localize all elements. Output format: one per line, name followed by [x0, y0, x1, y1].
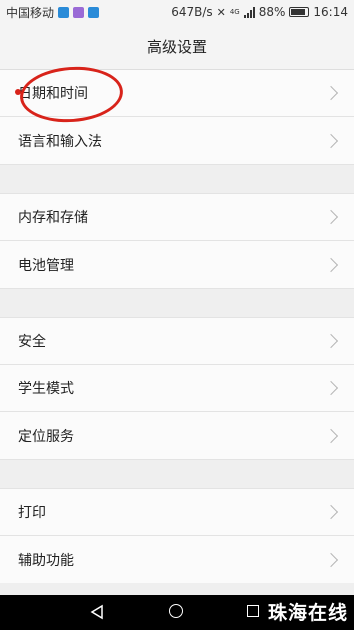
- chevron-right-icon: [323, 428, 339, 443]
- home-icon[interactable]: [169, 604, 183, 618]
- group-divider: [0, 459, 354, 489]
- settings-item-label: 辅助功能: [18, 552, 74, 569]
- clock-label: 16:14: [313, 5, 348, 19]
- chevron-right-icon: [323, 257, 339, 272]
- battery-percent-label: 88%: [258, 5, 286, 19]
- settings-item-location[interactable]: 定位服务: [0, 412, 354, 459]
- settings-item-accessibility[interactable]: 辅助功能: [0, 536, 354, 583]
- recent-apps-icon[interactable]: [247, 605, 259, 617]
- settings-item-language-input[interactable]: 语言和输入法: [0, 117, 354, 164]
- settings-item-security[interactable]: 安全: [0, 318, 354, 365]
- chevron-right-icon: [323, 85, 339, 101]
- chevron-right-icon: [323, 380, 339, 396]
- settings-group-4: 打印 辅助功能: [0, 489, 354, 583]
- settings-item-label: 语言和输入法: [18, 133, 102, 150]
- settings-item-student-mode[interactable]: 学生模式: [0, 365, 354, 412]
- settings-item-memory-storage[interactable]: 内存和存储: [0, 194, 354, 241]
- settings-item-label: 学生模式: [18, 381, 74, 397]
- message-app-icon: [58, 6, 70, 18]
- settings-group-3: 安全 学生模式 定位服务: [0, 318, 354, 459]
- back-icon[interactable]: [89, 604, 105, 620]
- chevron-right-icon: [323, 552, 339, 567]
- watermark-logo: 珠海在线: [267, 602, 348, 624]
- carrier-label: 中国移动: [6, 5, 55, 20]
- group-divider: [0, 164, 354, 194]
- video-app-icon: [88, 6, 100, 18]
- page-title: 高级设置: [146, 38, 207, 56]
- settings-item-label: 打印: [18, 505, 46, 521]
- navigation-bar: 珠海在线: [0, 595, 354, 630]
- chevron-right-icon: [323, 209, 339, 225]
- network-type-label: 4G: [229, 8, 240, 16]
- settings-group-2: 内存和存储 电池管理: [0, 194, 354, 288]
- status-bar: 中国移动 647B/s ✕ 4G 88% 16:14: [0, 0, 354, 24]
- page-header: 高级设置: [0, 24, 354, 70]
- battery-icon: [289, 7, 310, 17]
- gallery-app-icon: [73, 6, 85, 18]
- settings-item-battery[interactable]: 电池管理: [0, 241, 354, 288]
- chevron-right-icon: [323, 504, 339, 520]
- settings-item-label: 电池管理: [18, 257, 74, 274]
- group-divider: [0, 288, 354, 318]
- signal-icon: [243, 6, 255, 18]
- settings-item-label: 定位服务: [18, 428, 74, 445]
- settings-item-label: 安全: [18, 334, 46, 350]
- chevron-right-icon: [323, 333, 339, 349]
- settings-item-print[interactable]: 打印: [0, 489, 354, 536]
- mute-icon: ✕: [216, 5, 226, 19]
- net-speed-label: 647B/s: [171, 5, 213, 19]
- annotation-dot: [15, 89, 21, 95]
- chevron-right-icon: [323, 133, 339, 148]
- settings-item-label: 内存和存储: [18, 210, 88, 226]
